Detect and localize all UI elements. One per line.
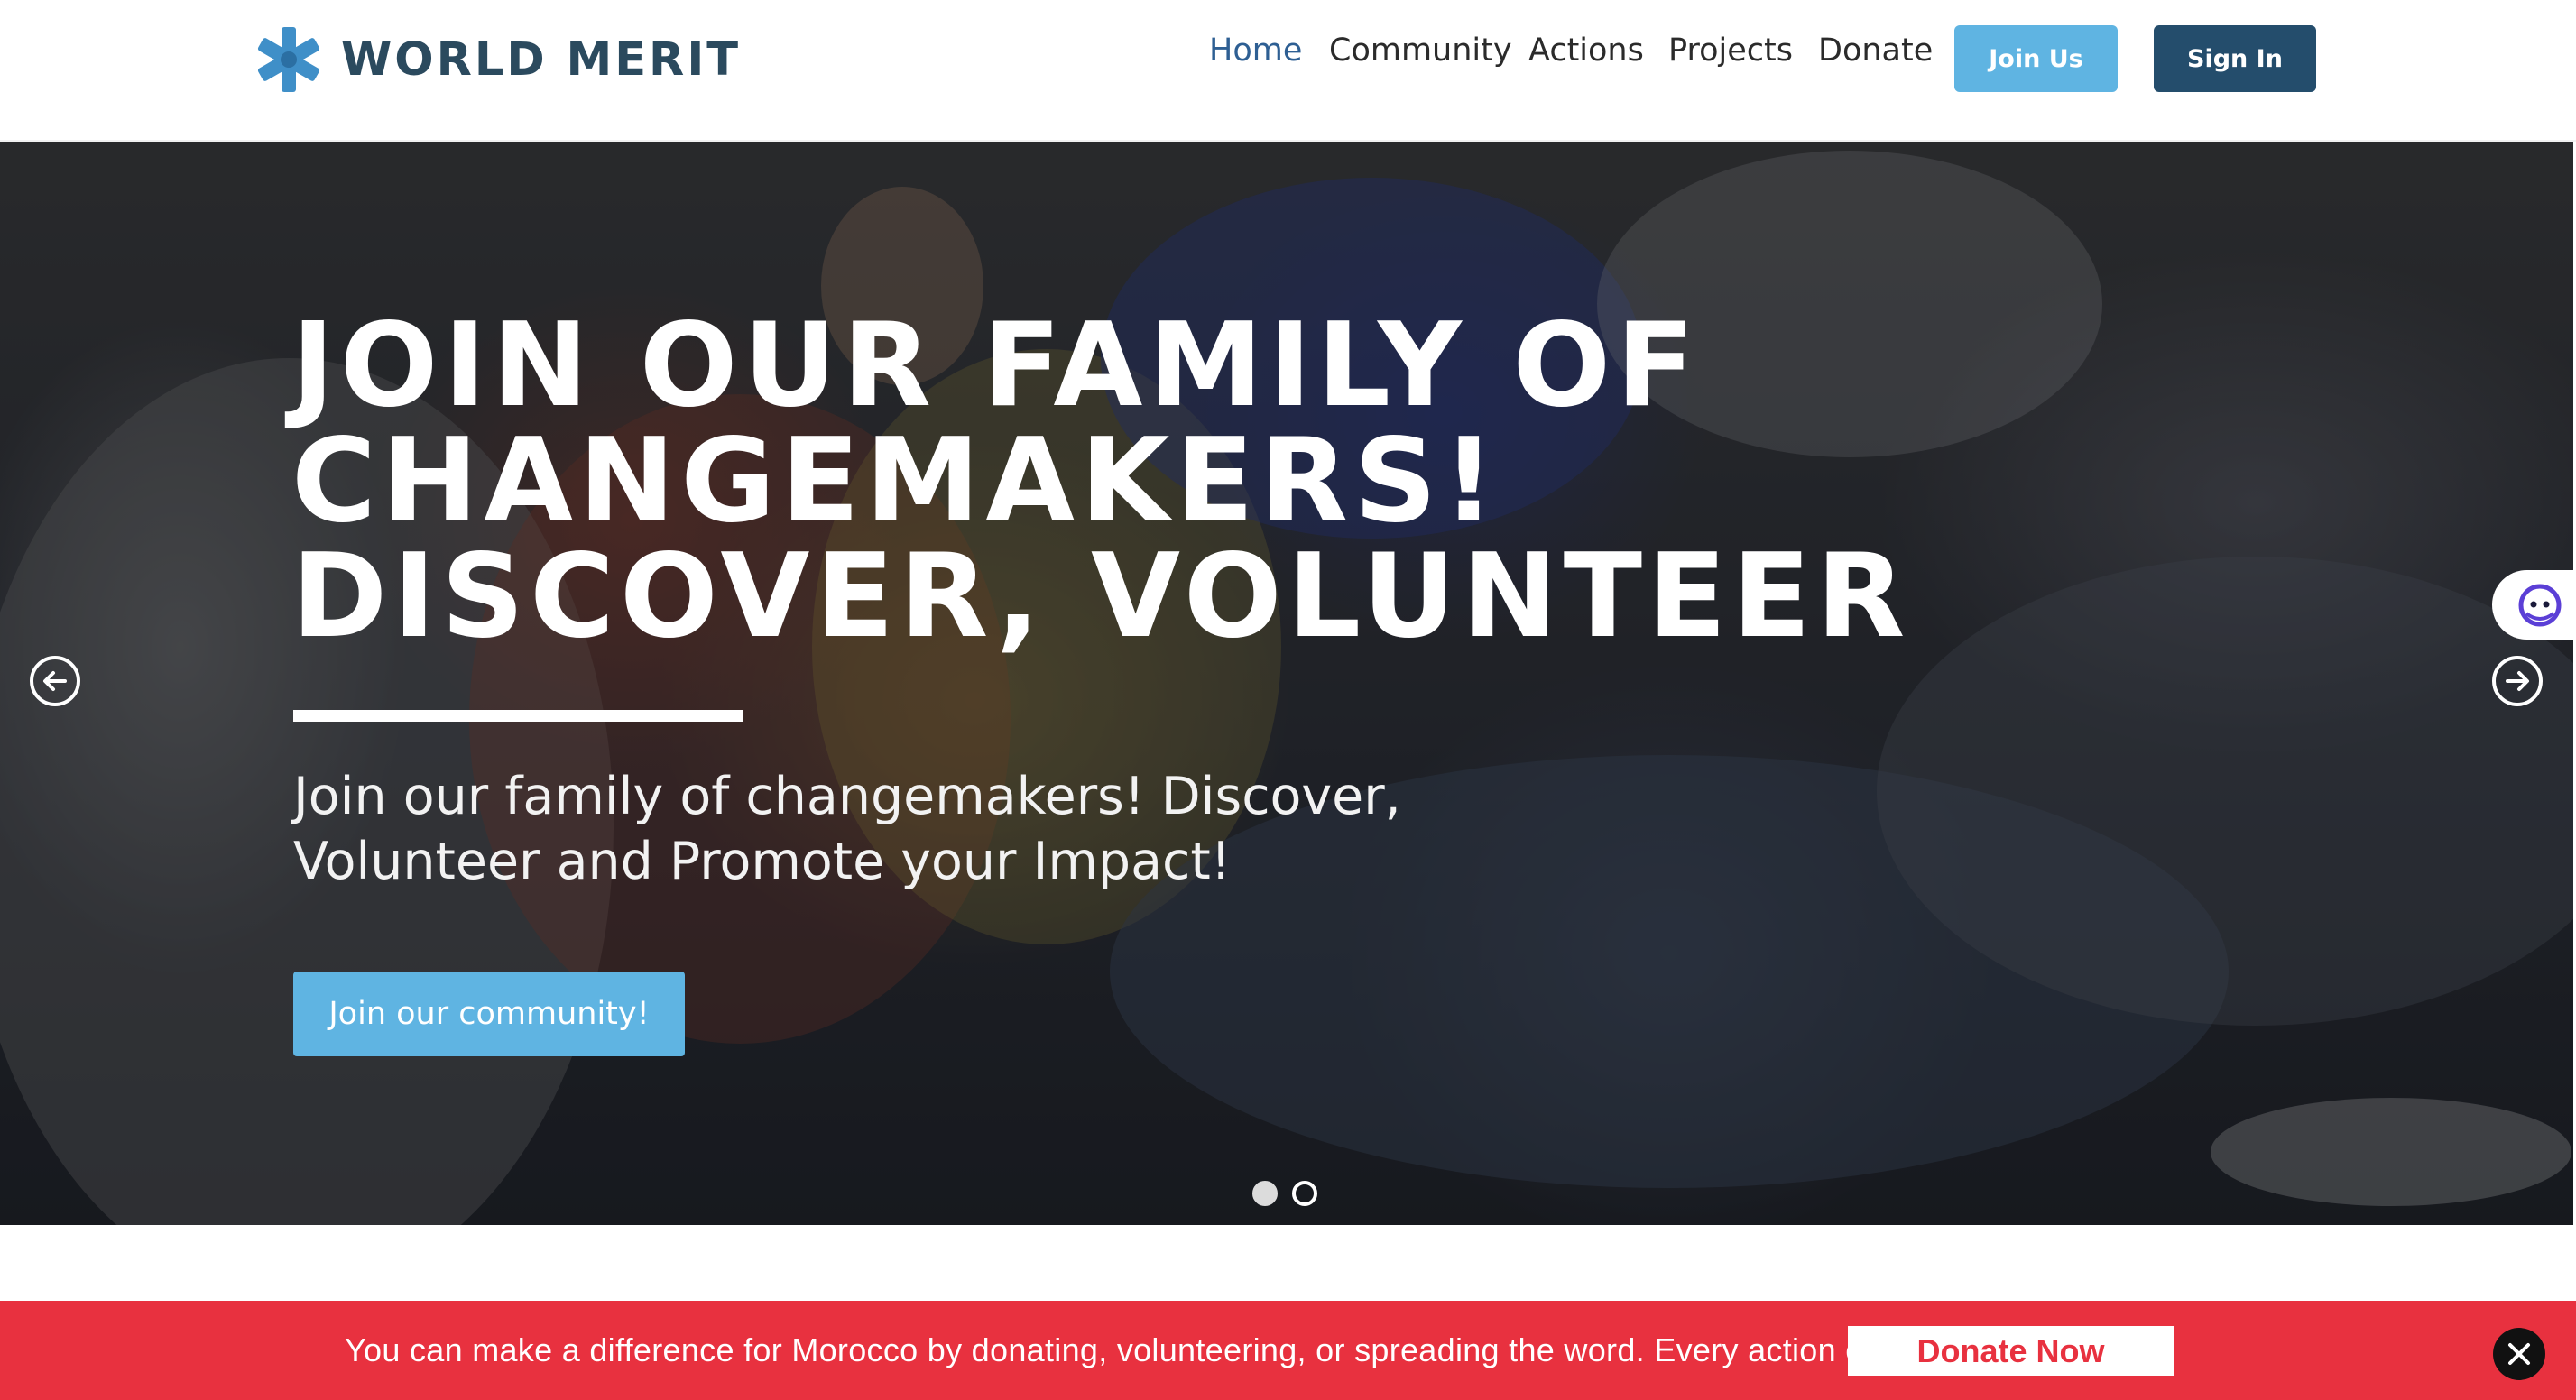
hero-subtitle: Join our family of changemakers! Discove…: [293, 767, 1401, 891]
donation-banner: You can make a difference for Morocco by…: [0, 1301, 2576, 1400]
nav-home[interactable]: Home: [1209, 25, 1302, 76]
chat-widget-button[interactable]: [2492, 570, 2576, 640]
close-icon[interactable]: [2493, 1328, 2545, 1380]
join-community-button[interactable]: Join our community!: [293, 972, 685, 1056]
sign-in-button[interactable]: Sign In: [2154, 25, 2316, 92]
chat-bot-icon: [2518, 584, 2562, 626]
donate-now-button[interactable]: Donate Now: [1848, 1326, 2174, 1376]
nav-donate[interactable]: Donate: [1818, 25, 1933, 76]
nav-community[interactable]: Community: [1329, 25, 1512, 76]
join-us-button[interactable]: Join Us: [1954, 25, 2118, 92]
carousel-dot-2[interactable]: [1292, 1181, 1317, 1206]
hero-divider: [293, 710, 743, 722]
carousel-next-arrow-icon[interactable]: [2492, 656, 2543, 706]
nav-actions[interactable]: Actions: [1528, 25, 1644, 76]
carousel-dot-1[interactable]: [1252, 1181, 1278, 1206]
hero-title: JOIN OUR FAMILY OF CHANGEMAKERS! DISCOVE…: [291, 299, 1911, 664]
hero-carousel: JOIN OUR FAMILY OF CHANGEMAKERS! DISCOVE…: [0, 142, 2573, 1225]
site-header: WORLD MERIT Home Community Actions Proje…: [0, 0, 2576, 142]
nav-projects[interactable]: Projects: [1668, 25, 1793, 76]
carousel-indicators: [1252, 1181, 1317, 1206]
carousel-prev-arrow-icon[interactable]: [30, 656, 80, 706]
banner-text: You can make a difference for Morocco by…: [345, 1331, 1944, 1368]
